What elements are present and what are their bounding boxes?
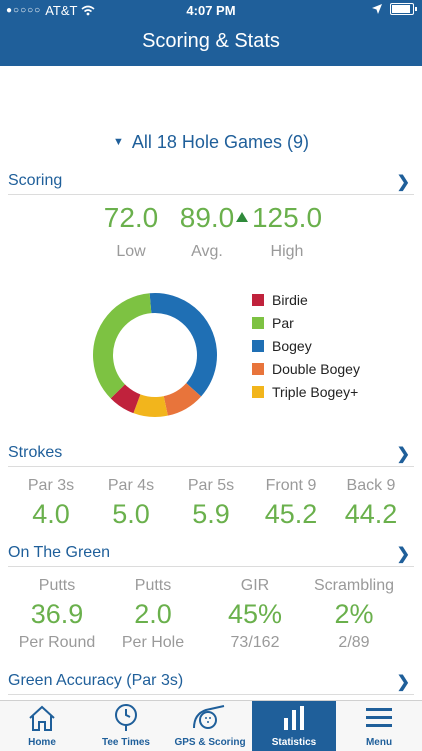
accuracy-title: Green Accuracy (Par 3s) [8, 672, 184, 689]
green-section-header[interactable]: On The Green ❯ [8, 542, 414, 567]
legend-label: Double Bogey [272, 360, 360, 377]
legend-label: Bogey [272, 337, 312, 354]
green-stat: Scrambling 2% 2/89 [306, 577, 402, 652]
stat-value: 5.9 [192, 499, 230, 529]
game-filter-label: All 18 Hole Games (9) [131, 132, 309, 152]
scoring-section-header[interactable]: Scoring ❯ [8, 170, 414, 195]
chevron-right-icon: ❯ [396, 674, 410, 691]
stat-value: 45.2 [264, 499, 318, 529]
tab-tee-times[interactable]: Tee Times [84, 701, 168, 751]
scoring-donut-chart [93, 293, 217, 417]
legend-swatch [252, 339, 264, 352]
avg-score: 89.0 [179, 202, 235, 233]
strokes-section-header[interactable]: Strokes ❯ [8, 442, 414, 467]
legend-label: Triple Bogey+ [272, 383, 359, 400]
stat-label: Par 3s [27, 477, 75, 494]
avg-label: Avg. [191, 243, 223, 260]
page-title: Scoring & Stats [142, 30, 280, 52]
app-header: ●○○○○ AT&T 4:07 PM Scoring & Stats [0, 0, 422, 66]
stat-sub: Per Hole [121, 634, 185, 651]
stat-value: 2.0 [134, 599, 172, 629]
chevron-right-icon: ❯ [396, 446, 410, 463]
legend-swatch [252, 316, 264, 329]
legend-item: Triple Bogey+ [252, 380, 360, 403]
clock: 4:07 PM [186, 3, 236, 18]
stat-value: 36.9 [30, 599, 84, 629]
stat-label: Par 5s [187, 477, 235, 494]
green-stat: Putts 2.0 Per Hole [105, 577, 201, 652]
tab-bar: Home Tee Times GPS & Scoring Statistics … [0, 700, 422, 751]
stat-sub: 2/89 [338, 634, 370, 651]
bar-chart-icon [284, 706, 304, 730]
stat-label: Front 9 [265, 477, 317, 494]
accuracy-section-header[interactable]: Green Accuracy (Par 3s) ❯ [8, 670, 414, 695]
legend-swatch [252, 362, 264, 375]
caret-down-icon: ▼ [113, 136, 124, 148]
strokes-stat: Back 9 44.2 [331, 477, 411, 530]
stat-value: 2% [334, 599, 374, 629]
tab-statistics[interactable]: Statistics [252, 701, 336, 751]
legend-swatch [252, 293, 264, 306]
tab-gps-scoring[interactable]: GPS & Scoring [168, 701, 252, 751]
high-label: High [270, 243, 304, 260]
battery-icon [390, 3, 417, 15]
stat-label: Back 9 [346, 477, 396, 494]
stat-value: 45% [227, 599, 283, 629]
legend-item: Birdie [252, 288, 360, 311]
menu-icon [366, 708, 392, 727]
legend-label: Par [272, 314, 294, 331]
stat-label: Par 4s [107, 477, 155, 494]
legend-label: Birdie [272, 291, 308, 308]
scoring-title: Scoring [8, 172, 63, 189]
legend-swatch [252, 385, 264, 398]
clock-icon [115, 704, 137, 731]
strokes-title: Strokes [8, 444, 63, 461]
up-triangle-icon [236, 212, 248, 222]
green-stat: GIR 45% 73/162 [207, 577, 303, 652]
legend-item: Double Bogey [252, 357, 360, 380]
location-arrow-icon [372, 4, 382, 14]
strokes-stat: Front 9 45.2 [251, 477, 331, 530]
high-score: 125.0 [251, 202, 323, 233]
home-icon [29, 705, 55, 731]
stat-sub: 73/162 [230, 634, 280, 651]
strokes-stat: Par 3s 4.0 [11, 477, 91, 530]
green-stat: Putts 36.9 Per Round [9, 577, 105, 652]
low-label: Low [116, 243, 146, 260]
strokes-stat: Par 5s 5.9 [171, 477, 251, 530]
stat-label: GIR [240, 577, 270, 594]
golf-ball-icon [193, 705, 225, 729]
tab-menu[interactable]: Menu [336, 701, 422, 751]
legend-item: Bogey [252, 334, 360, 357]
chevron-right-icon: ❯ [396, 546, 410, 563]
stat-label: Putts [38, 577, 76, 594]
stat-label: Scrambling [313, 577, 395, 594]
chart-legend: Birdie Par Bogey Double Bogey Triple Bogey+ [252, 288, 360, 403]
legend-item: Par [252, 311, 360, 334]
stat-value: 4.0 [32, 499, 70, 529]
green-title: On The Green [8, 544, 110, 561]
chevron-right-icon: ❯ [396, 174, 410, 191]
tab-home[interactable]: Home [0, 701, 84, 751]
strokes-stat: Par 4s 5.0 [91, 477, 171, 530]
stat-sub: Per Round [18, 634, 96, 651]
stat-value: 5.0 [112, 499, 150, 529]
status-bar: ●○○○○ AT&T 4:07 PM [0, 3, 422, 19]
game-filter-dropdown[interactable]: ▼ All 18 Hole Games (9) [0, 132, 422, 153]
low-score: 72.0 [103, 202, 159, 233]
stat-label: Putts [134, 577, 172, 594]
stat-value: 44.2 [344, 499, 398, 529]
